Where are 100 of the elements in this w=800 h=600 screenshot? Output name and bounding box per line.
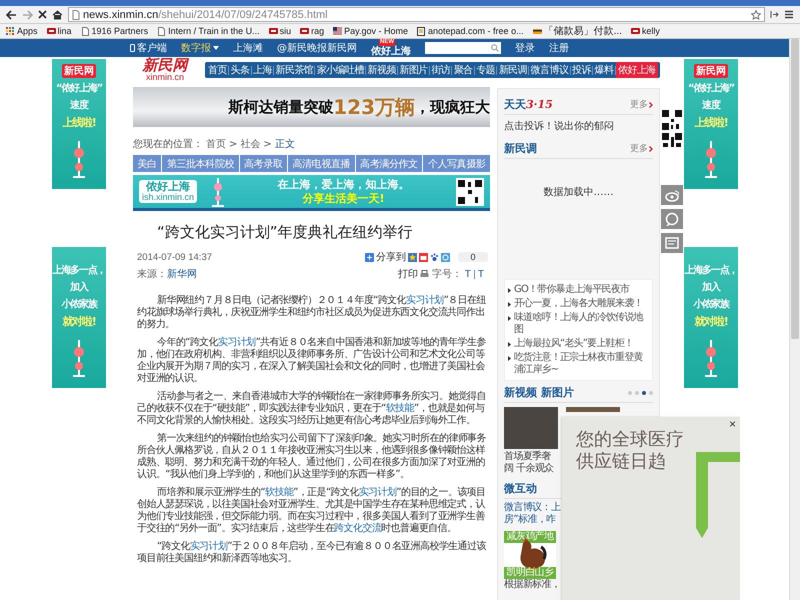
paw-icon[interactable] xyxy=(430,252,439,262)
share-button[interactable]: 分享到 xyxy=(365,250,406,264)
nav-link[interactable]: 街访 xyxy=(430,63,452,77)
camera-icon[interactable] xyxy=(419,252,428,262)
search-icon[interactable] xyxy=(491,44,499,52)
article-link[interactable]: 实习计划 xyxy=(406,295,444,306)
article-link[interactable]: 跨文化交流 xyxy=(334,523,382,534)
menu-icon[interactable] xyxy=(784,10,794,19)
article-paragraph: “跨文化实习计划”于２００８年启动，至今已有逾８００名亚洲高校学生通过该项目前往美国纽约和新泽西等地实习。 xyxy=(137,541,488,565)
carousel-dot[interactable] xyxy=(628,390,632,394)
news-link[interactable]: 味道啥哼！上海人的冷饮传说地图 xyxy=(508,312,649,336)
nav-link[interactable]: 爆料 xyxy=(593,63,614,77)
bullet-icon xyxy=(508,342,511,347)
extension-icon[interactable] xyxy=(770,10,779,19)
back-icon[interactable] xyxy=(6,10,17,20)
ad-text: 小侬家族 xyxy=(693,297,729,311)
breadcrumb-link[interactable]: 社会 xyxy=(240,137,260,151)
font-size-link[interactable]: T xyxy=(464,268,471,280)
article-link[interactable]: 软技能 xyxy=(264,487,294,498)
ad-logo: 新民网 xyxy=(694,64,728,78)
carousel-dot[interactable] xyxy=(635,390,639,394)
scrollbar[interactable] xyxy=(789,39,800,600)
nav-link[interactable]: 专题 xyxy=(475,63,496,77)
stop-icon[interactable] xyxy=(38,10,47,19)
ad-text: “侬好上海” xyxy=(688,82,734,95)
login-link[interactable]: 登录 xyxy=(515,41,535,55)
bookmark[interactable]: kelly xyxy=(630,26,660,36)
news-link[interactable]: 吃货注意！正宗士林夜市重登黄浦江岸乡~ xyxy=(508,352,649,376)
photo-caption[interactable]: 首场夏季奢 阔 千余观众 xyxy=(504,451,558,475)
star-icon[interactable] xyxy=(408,252,417,262)
qr-code-icon[interactable] xyxy=(661,109,683,149)
share-tool[interactable] xyxy=(661,185,683,205)
address-bar[interactable]: news.xinmin.cn/shehui/2014/07/09/24745785.html xyxy=(68,7,765,22)
register-link[interactable]: 注册 xyxy=(549,41,569,55)
news-link[interactable]: 开心一夏，上海各大雕展来袭！ xyxy=(508,298,649,310)
news-link[interactable]: GO！带你暴走上海平民夜市 xyxy=(508,284,649,296)
article-link[interactable]: 实习计划 xyxy=(190,541,228,552)
source-link[interactable]: 新华网 xyxy=(167,269,197,280)
share-tool[interactable] xyxy=(661,209,683,229)
breadcrumb-link[interactable]: 首页 xyxy=(206,137,226,151)
site-icon xyxy=(630,26,640,36)
bookmark[interactable]: Apps xyxy=(6,26,38,36)
topbar-link[interactable]: @新民晚报新民网 xyxy=(277,41,357,55)
complaint-link[interactable]: 点击投诉！说出你的郁闷 xyxy=(504,119,653,133)
nav-link[interactable]: 首页 xyxy=(207,63,228,77)
nav-link[interactable]: 上海 xyxy=(252,63,273,77)
nav-link[interactable]: 家小编吐槽 xyxy=(316,63,365,77)
news-link[interactable]: 上海最拉风“老头”要上鞋柜！ xyxy=(508,338,649,350)
nav-link[interactable]: 聚合 xyxy=(452,63,474,77)
article-link[interactable]: 实习计划 xyxy=(218,337,256,348)
font-size-link[interactable]: T xyxy=(478,268,484,280)
nav-link[interactable]: 新民调 xyxy=(498,63,528,77)
site-logo[interactable]: 新民网 xinmin.cn xyxy=(133,58,197,82)
ad-text: 速度 xyxy=(702,98,720,112)
ad-logo: 新民网 xyxy=(62,64,96,78)
breadcrumb-separator: > xyxy=(229,138,238,150)
search-field[interactable] xyxy=(425,42,501,54)
section-title: 微互动 xyxy=(504,481,537,496)
carousel-dot[interactable] xyxy=(649,390,653,394)
nav-link[interactable]: 头条 xyxy=(230,63,250,77)
bookmark[interactable]: 「储款易」付款... xyxy=(532,24,622,38)
caret-icon xyxy=(213,46,219,50)
nav-link[interactable]: 微言博议 xyxy=(530,63,570,77)
forward-icon[interactable] xyxy=(22,10,33,20)
ad-headline: 您的全球医疗 供应链日趋 xyxy=(576,429,684,473)
print-link[interactable]: 打印 xyxy=(398,267,429,281)
nav-link[interactable]: 投诉 xyxy=(570,63,592,77)
loading-text: 数据加载中…… xyxy=(542,186,614,199)
url-text: news.xinmin.cn/shehui/2014/07/09/24745785.html xyxy=(83,8,328,20)
page-icon xyxy=(157,26,166,36)
bookmark[interactable]: Pay.gov - Home xyxy=(333,26,408,36)
interaction-text[interactable]: 微言博议：上 房”标准，咋 xyxy=(504,502,560,526)
nav-link[interactable]: 新视频 xyxy=(366,63,397,77)
bookmark[interactable]: siu xyxy=(268,26,292,36)
article-link[interactable]: 软技能 xyxy=(386,403,414,414)
home-icon[interactable] xyxy=(52,10,63,20)
carousel-dot[interactable] xyxy=(642,390,646,394)
topbar-link[interactable]: 客户端 xyxy=(130,41,167,55)
bookmark[interactable]: Intern / Train in the U... xyxy=(157,26,260,36)
ad-banner[interactable]: 新民网 “侬好上海” 速度 上线啦! xyxy=(684,59,738,189)
apps-icon xyxy=(6,26,15,36)
nav-link[interactable]: 新图片 xyxy=(398,63,429,77)
share-tool[interactable] xyxy=(661,233,683,253)
bookmark[interactable]: lina xyxy=(46,26,72,36)
ad-text: 加入 xyxy=(70,280,88,294)
nav-link[interactable]: 新民茶馆 xyxy=(274,63,314,77)
star-icon[interactable] xyxy=(751,10,761,20)
topbar-link[interactable]: 上海滩 xyxy=(233,41,263,55)
bookmark[interactable]: 1916 Partners xyxy=(80,26,148,36)
weibo-icon xyxy=(665,188,679,202)
breadcrumb-link[interactable]: 正文 xyxy=(274,137,295,151)
bookmark[interactable]: anotepad.com - free o... xyxy=(417,26,524,36)
ad-banner[interactable]: 斯柯达销量突破123万辆，现疯狂大 xyxy=(133,87,490,127)
chat-icon[interactable] xyxy=(441,252,450,262)
flag-icon xyxy=(333,26,342,36)
ad-banner[interactable]: 新民网 “侬好上海” 速度 上线啦! xyxy=(52,59,106,189)
topbar-link[interactable]: 数字报 xyxy=(181,41,219,55)
close-button[interactable]: × xyxy=(728,417,736,431)
article-link[interactable]: 实习计划 xyxy=(358,487,396,498)
bookmark[interactable]: rag xyxy=(300,26,324,36)
